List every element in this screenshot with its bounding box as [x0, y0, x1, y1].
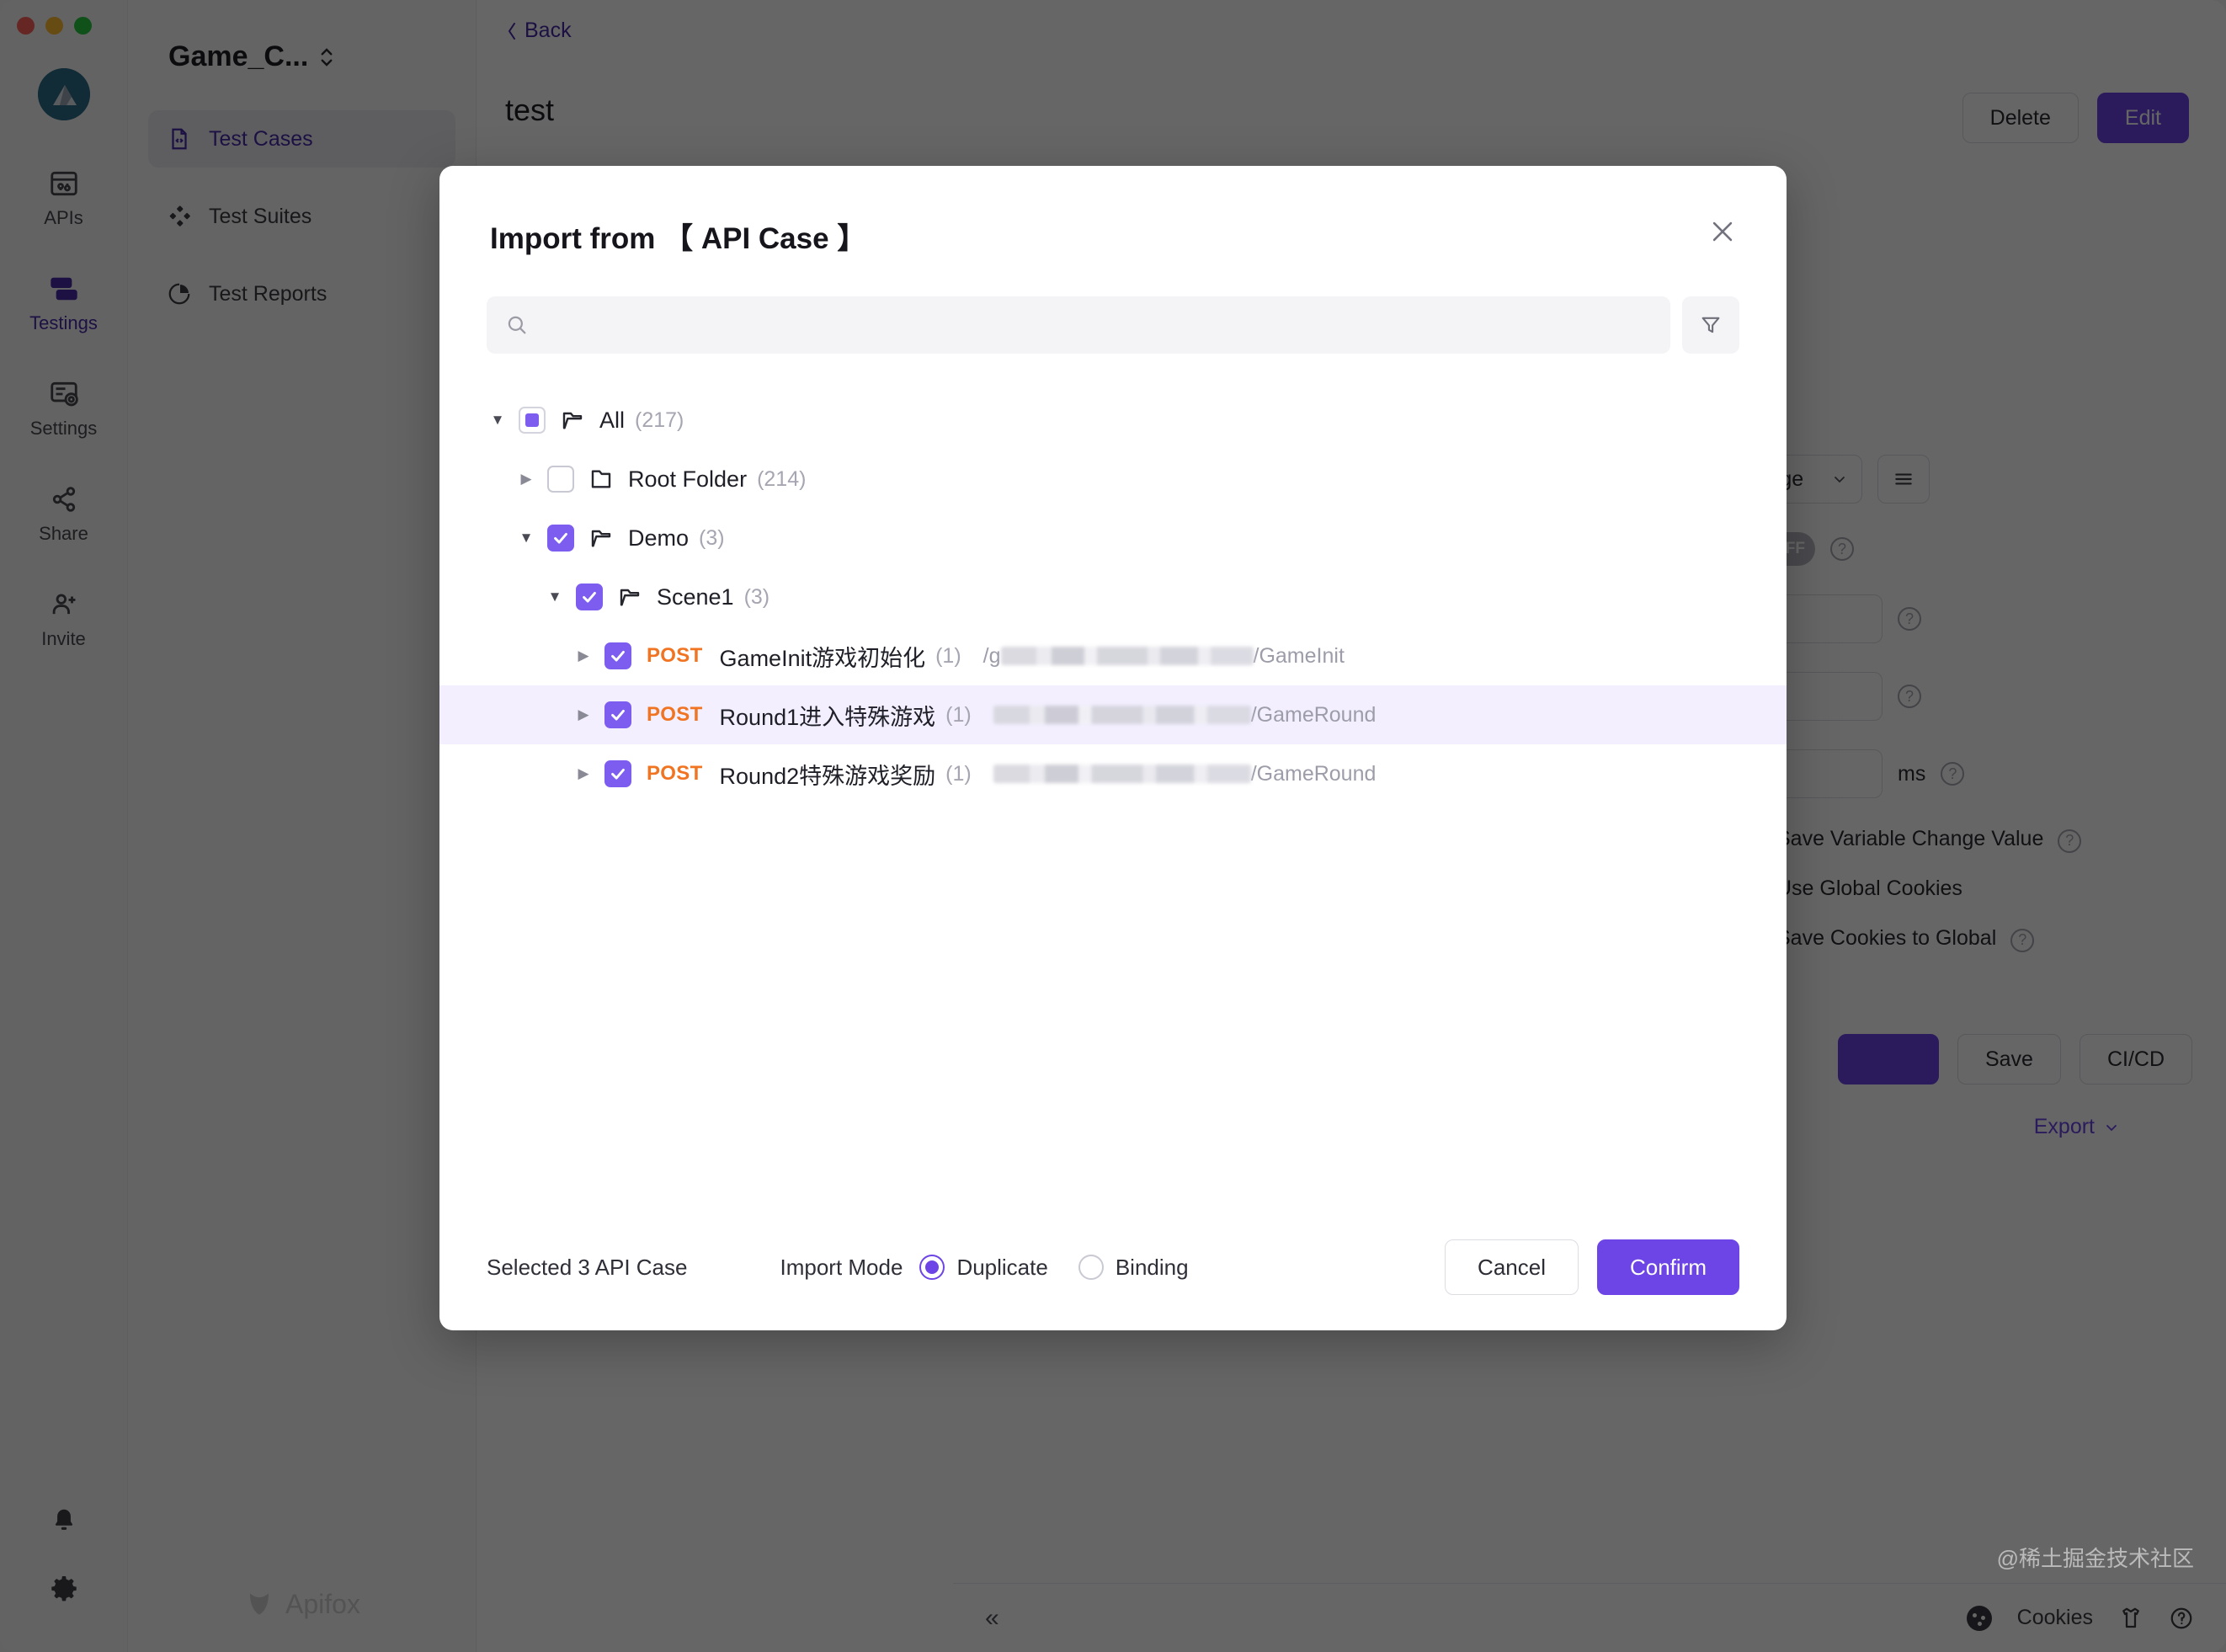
api-url-tail: /GameRound	[1250, 761, 1377, 786]
api-url: /GameRound	[993, 761, 1377, 786]
api-url-tail: /GameRound	[1250, 702, 1377, 727]
api-url: /GameRound	[993, 702, 1377, 727]
dialog-footer-actions: Cancel Confirm	[1445, 1239, 1739, 1295]
tree-item-name: All	[599, 407, 626, 433]
folder-open-icon	[620, 589, 640, 606]
check-icon	[611, 650, 625, 662]
tree-checkbox[interactable]	[547, 466, 574, 493]
http-method-badge: POST	[647, 762, 703, 785]
api-url: /g/GameInit	[983, 644, 1345, 669]
check-icon	[611, 709, 625, 721]
dialog-header: Import from 【 API Case 】	[439, 166, 1787, 258]
caret-right-icon[interactable]: ▶	[572, 704, 594, 726]
tree-checkbox[interactable]	[576, 584, 603, 610]
import-mode-label: Import Mode	[780, 1254, 903, 1280]
tree-row[interactable]: ▶ POST Round1进入特殊游戏 (1) /GameRound	[439, 685, 1787, 744]
close-x-icon	[1712, 221, 1733, 242]
check-icon	[611, 768, 625, 780]
import-mode-duplicate[interactable]: Duplicate	[919, 1254, 1048, 1281]
radio-duplicate-label: Duplicate	[956, 1254, 1048, 1280]
tree-row[interactable]: ▶ Root Folder (214)	[439, 450, 1787, 509]
dialog-title: Import from 【 API Case 】	[490, 222, 867, 255]
caret-right-icon[interactable]: ▶	[572, 645, 594, 667]
tree-checkbox[interactable]	[604, 701, 631, 728]
check-icon	[554, 532, 567, 544]
close-icon[interactable]	[1701, 210, 1744, 253]
tree-item-name: Demo	[628, 525, 690, 551]
filter-button[interactable]	[1682, 296, 1739, 354]
api-url-tail: /GameInit	[1253, 643, 1345, 668]
tree-row[interactable]: ▼ Demo (3)	[439, 509, 1787, 568]
dialog-footer: Selected 3 API Case Import Mode Duplicat…	[439, 1204, 1787, 1330]
tree-item-count: (1)	[945, 702, 972, 727]
tree-row[interactable]: ▶ POST GameInit游戏初始化 (1) /g/GameInit	[439, 626, 1787, 685]
tree-item-count: (217)	[635, 408, 684, 432]
http-method-badge: POST	[647, 644, 703, 667]
tree-item-count: (3)	[743, 584, 770, 609]
folder-icon	[591, 470, 611, 488]
caret-down-icon[interactable]: ▼	[515, 527, 537, 549]
import-mode-group: Import Mode Duplicate Binding	[780, 1254, 1189, 1281]
tree-item-count: (3)	[699, 525, 725, 550]
tree-item-name: Round1进入特殊游戏	[719, 704, 936, 730]
api-case-tree: ▼ All (217) ▶ Root Folder (214) ▼ Demo (3) ▼ Scene…	[439, 354, 1787, 1204]
filter-icon	[1701, 317, 1720, 333]
import-api-case-dialog: Import from 【 API Case 】 ▼ All (217) ▶ Root …	[439, 166, 1787, 1330]
folder-open-icon	[591, 530, 611, 547]
tree-item-count: (1)	[945, 761, 972, 786]
search-row	[439, 258, 1787, 354]
import-mode-binding[interactable]: Binding	[1078, 1255, 1189, 1281]
tree-item-name: GameInit游戏初始化	[719, 645, 926, 671]
redacted-url-segment	[1000, 647, 1254, 665]
redacted-url-segment	[993, 765, 1251, 783]
confirm-button[interactable]: Confirm	[1596, 1239, 1739, 1295]
http-method-badge: POST	[647, 703, 703, 726]
api-url-prefix: /g	[983, 643, 1001, 668]
caret-down-icon[interactable]: ▼	[544, 586, 566, 608]
search-box[interactable]	[487, 296, 1670, 354]
selected-count-label: Selected 3 API Case	[487, 1254, 688, 1280]
caret-right-icon[interactable]: ▶	[572, 763, 594, 785]
caret-down-icon[interactable]: ▼	[487, 409, 509, 431]
tree-checkbox[interactable]	[604, 642, 631, 669]
check-icon	[583, 591, 596, 603]
tree-checkbox[interactable]	[547, 525, 574, 552]
radio-binding[interactable]	[1078, 1255, 1104, 1280]
folder-open-icon	[562, 412, 583, 429]
tree-item-count: (214)	[757, 466, 807, 491]
tree-checkbox[interactable]	[519, 407, 546, 434]
tree-checkbox[interactable]	[604, 760, 631, 787]
search-input[interactable]	[542, 312, 1652, 338]
radio-binding-label: Binding	[1115, 1254, 1189, 1280]
radio-duplicate[interactable]	[919, 1255, 945, 1280]
tree-item-name: Scene1	[657, 584, 734, 610]
tree-item-count: (1)	[935, 643, 961, 668]
tree-item-name: Round2特殊游戏奖励	[719, 763, 936, 789]
redacted-url-segment	[993, 706, 1251, 724]
caret-right-icon[interactable]: ▶	[515, 468, 537, 490]
tree-row[interactable]: ▶ POST Round2特殊游戏奖励 (1) /GameRound	[439, 744, 1787, 803]
cancel-button[interactable]: Cancel	[1445, 1239, 1579, 1295]
search-icon	[508, 316, 526, 334]
tree-item-name: Root Folder	[628, 466, 748, 492]
tree-row[interactable]: ▼ All (217)	[439, 391, 1787, 450]
tree-row[interactable]: ▼ Scene1 (3)	[439, 568, 1787, 626]
